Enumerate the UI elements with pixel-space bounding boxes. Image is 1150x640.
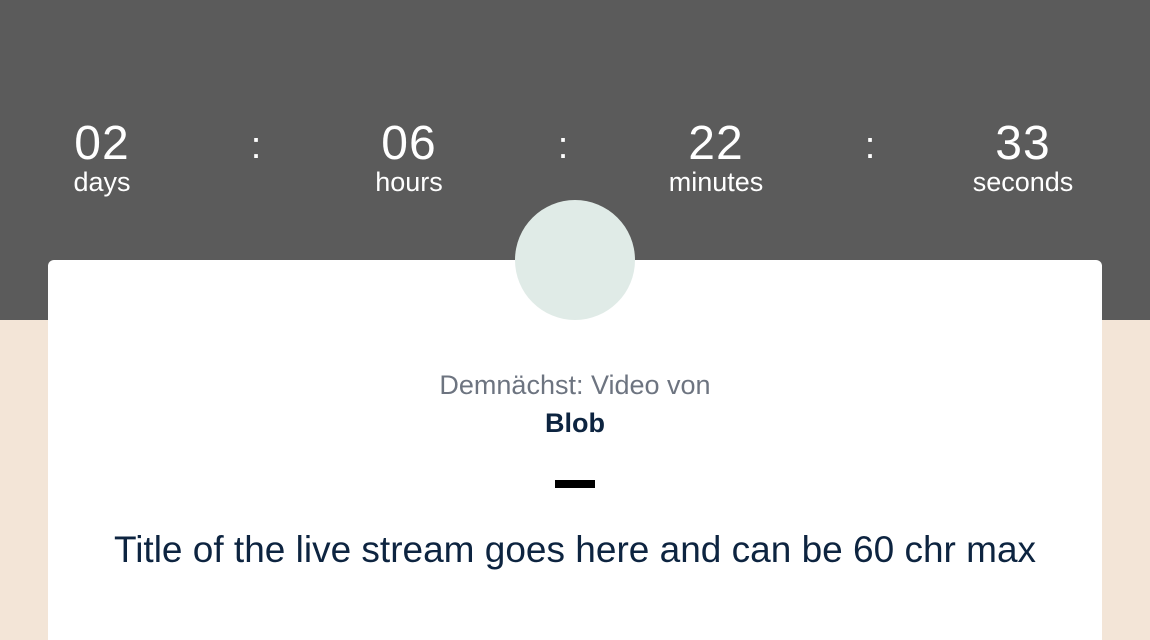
countdown-separator: :: [864, 125, 876, 167]
avatar[interactable]: [515, 200, 635, 320]
countdown-minutes-value: 22: [688, 117, 744, 170]
countdown-seconds-value: 33: [995, 117, 1051, 170]
countdown-separator: :: [557, 125, 569, 167]
coming-soon-label: Demnächst: Video von: [439, 370, 711, 400]
stream-title: Title of the live stream goes here and c…: [113, 529, 1037, 570]
countdown-hours-value: 06: [381, 117, 437, 170]
countdown-days: 02 days: [2, 116, 202, 198]
countdown-hours: 06 hours: [309, 116, 509, 198]
countdown-separator: :: [250, 125, 262, 167]
countdown-minutes-label: minutes: [668, 167, 764, 197]
countdown-seconds: 33 seconds: [923, 116, 1123, 198]
creator-name[interactable]: Blob: [48, 406, 1102, 440]
countdown-minutes: 22 minutes: [616, 116, 816, 198]
countdown-days-label: days: [73, 167, 131, 197]
countdown-seconds-label: seconds: [972, 167, 1074, 197]
countdown-days-value: 02: [74, 117, 130, 170]
divider: [555, 480, 595, 488]
countdown-hours-label: hours: [375, 167, 443, 197]
